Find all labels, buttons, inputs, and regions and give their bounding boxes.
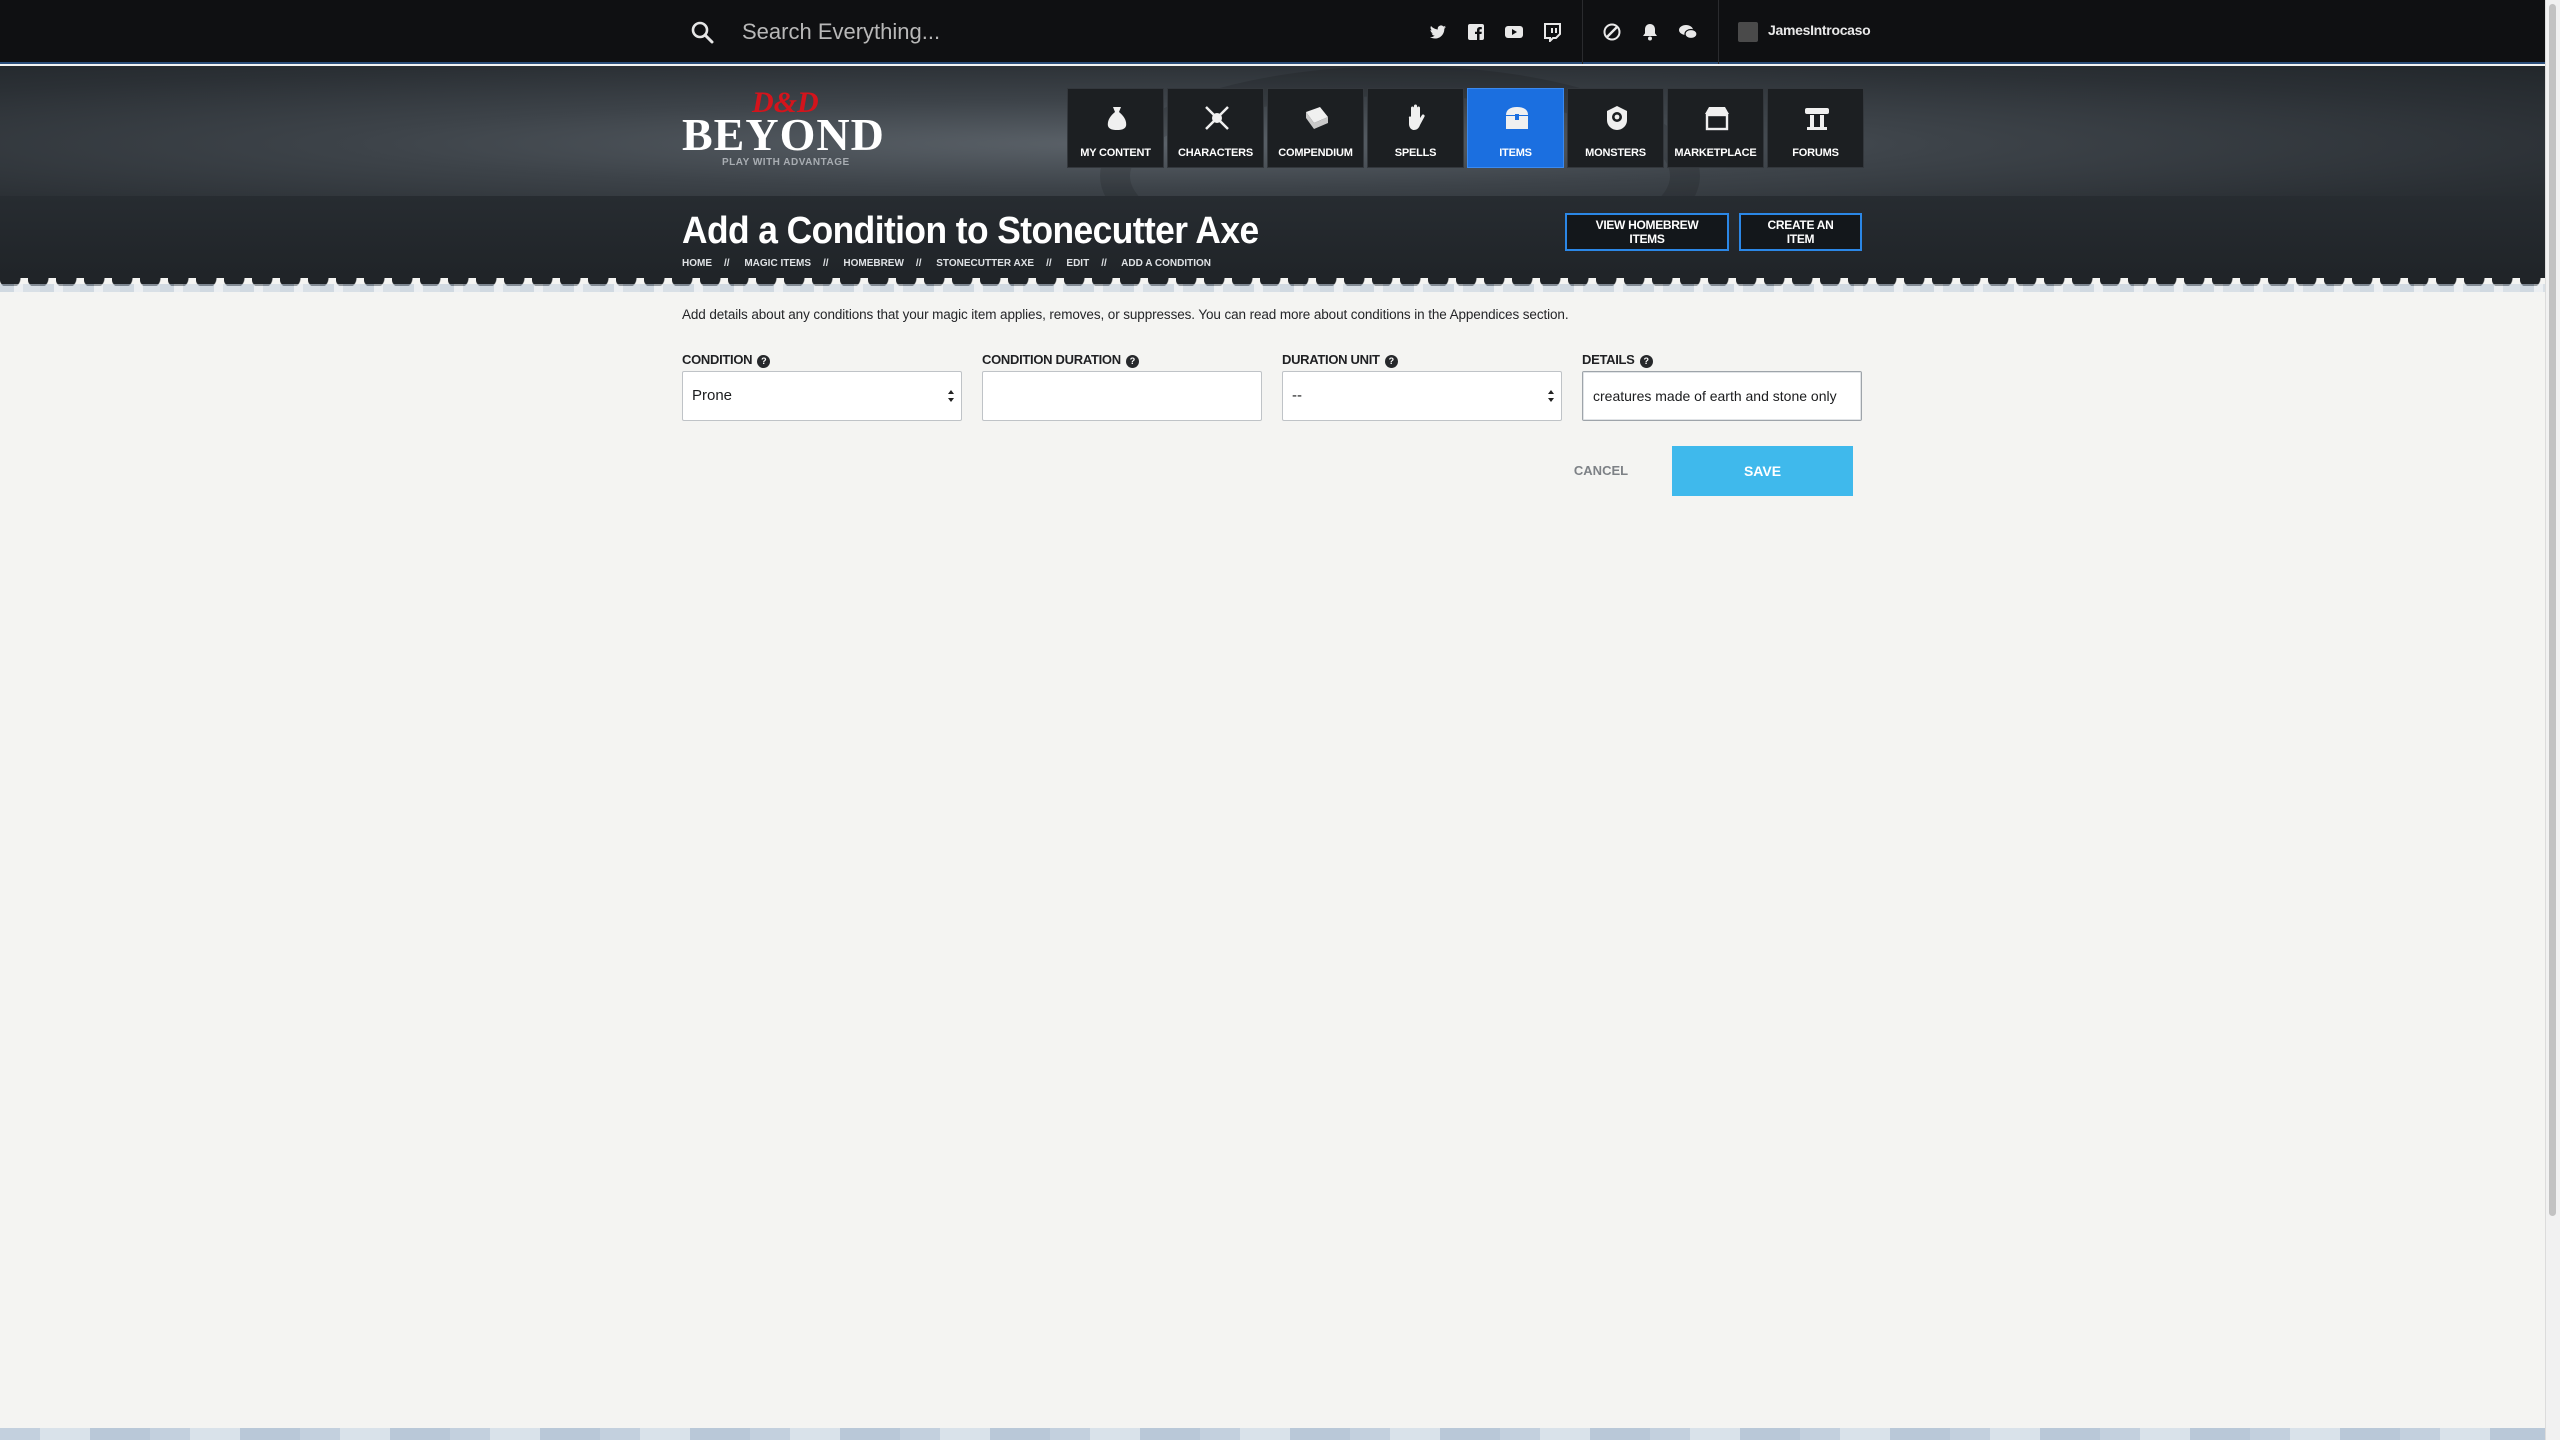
create-an-item-button[interactable]: CREATE AN ITEM <box>1739 213 1862 251</box>
condition-duration-label-text: CONDITION DURATION <box>982 352 1121 367</box>
nav-label: MY CONTENT <box>1080 147 1151 159</box>
forum-icon <box>1805 108 1829 130</box>
facebook-icon[interactable] <box>1466 22 1486 42</box>
cancel-button[interactable]: CANCEL <box>1556 450 1646 490</box>
breadcrumb-home[interactable]: HOME <box>682 258 712 269</box>
twitter-icon[interactable] <box>1428 22 1448 42</box>
book-icon <box>1306 107 1328 129</box>
chat-icon[interactable] <box>1678 22 1698 42</box>
save-button[interactable]: SAVE <box>1672 446 1853 496</box>
torn-edge-shade <box>0 284 2545 292</box>
condition-select-value: Prone <box>692 387 733 404</box>
hand-icon <box>1408 104 1425 130</box>
nav-label: FORUMS <box>1792 147 1839 159</box>
nav-forums[interactable]: FORUMS <box>1767 88 1864 168</box>
condition-label: CONDITION? <box>682 352 771 368</box>
breadcrumb-stonecutter-axe[interactable]: STONECUTTER AXE <box>936 258 1034 269</box>
condition-duration-input[interactable] <box>982 371 1262 421</box>
help-icon[interactable]: ? <box>1384 355 1398 368</box>
breadcrumb-separator: // <box>823 258 829 269</box>
crossed-swords-icon <box>1205 106 1229 130</box>
nav-label: CHARACTERS <box>1177 147 1253 159</box>
breadcrumb-separator: // <box>1046 258 1052 269</box>
youtube-icon[interactable] <box>1504 22 1524 42</box>
condition-label-text: CONDITION <box>682 352 753 367</box>
breadcrumb-magic-items[interactable]: MAGIC ITEMS <box>744 258 811 269</box>
title-band <box>0 196 2545 286</box>
top-bar: JamesIntrocaso <box>0 0 2545 64</box>
duration-unit-label-text: DURATION UNIT <box>1282 352 1380 367</box>
divider <box>1582 0 1583 64</box>
nav-spells[interactable]: SPELLS <box>1367 88 1464 168</box>
nav-label: SPELLS <box>1394 147 1437 159</box>
logo-tagline: PLAY WITH ADVANTAGE <box>722 157 850 168</box>
nav-my-content[interactable]: MY CONTENT <box>1067 88 1164 168</box>
nav-marketplace[interactable]: MARKETPLACE <box>1667 88 1764 168</box>
breadcrumb-separator: // <box>724 258 730 269</box>
nav-items[interactable]: ITEMS <box>1467 88 1564 168</box>
nav-label: COMPENDIUM <box>1278 147 1353 159</box>
bell-icon[interactable] <box>1640 22 1660 42</box>
shop-icon <box>1705 107 1729 131</box>
duration-unit-select[interactable]: -- <box>1282 371 1562 421</box>
torn-edge-footer <box>0 1428 2545 1440</box>
bag-icon <box>1107 107 1127 130</box>
nav-label: ITEMS <box>1499 147 1532 159</box>
breadcrumb-add-condition: ADD A CONDITION <box>1121 258 1211 269</box>
nav-label: MARKETPLACE <box>1674 147 1757 159</box>
condition-select[interactable]: Prone <box>682 371 962 421</box>
page-title: Add a Condition to Stonecutter Axe <box>682 210 1259 252</box>
avatar[interactable] <box>1738 22 1758 42</box>
monster-icon <box>1607 106 1627 130</box>
nav-monsters[interactable]: MONSTERS <box>1567 88 1664 168</box>
help-icon[interactable]: ? <box>1125 355 1139 368</box>
scrollbar-thumb[interactable] <box>2549 4 2556 1216</box>
select-arrows-icon <box>1548 390 1554 402</box>
duration-unit-select-value: -- <box>1292 387 1302 404</box>
logo-wordmark[interactable]: BEYOND <box>682 108 885 161</box>
divider <box>1718 0 1719 64</box>
search-input[interactable] <box>742 14 1262 50</box>
nav-compendium[interactable]: COMPENDIUM <box>1267 88 1364 168</box>
twitch-icon[interactable] <box>1542 22 1562 42</box>
condition-duration-label: CONDITION DURATION? <box>982 352 1139 368</box>
details-label-text: DETAILS <box>1582 352 1635 367</box>
breadcrumb-separator: // <box>915 258 922 269</box>
details-input[interactable] <box>1582 371 1862 421</box>
search-icon[interactable] <box>690 20 714 44</box>
help-icon[interactable]: ? <box>757 355 771 368</box>
nav-characters[interactable]: CHARACTERS <box>1167 88 1264 168</box>
duration-unit-label: DURATION UNIT? <box>1282 352 1398 368</box>
intro-text: Add details about any conditions that yo… <box>682 307 1569 322</box>
details-label: DETAILS? <box>1582 352 1653 368</box>
breadcrumb-separator: // <box>1101 258 1107 269</box>
username[interactable]: JamesIntrocaso <box>1768 22 1871 38</box>
view-homebrew-items-button[interactable]: VIEW HOMEBREW ITEMS <box>1565 213 1729 251</box>
breadcrumb-edit[interactable]: EDIT <box>1066 258 1089 269</box>
help-icon[interactable]: ? <box>1639 355 1653 368</box>
select-arrows-icon <box>948 390 954 402</box>
sync-icon[interactable] <box>1602 22 1622 42</box>
page: JamesIntrocaso D&D BEYOND PLAY WITH ADVA… <box>0 0 2560 1440</box>
breadcrumb-homebrew[interactable]: HOMEBREW <box>843 258 904 269</box>
nav-label: MONSTERS <box>1585 147 1646 159</box>
chest-icon <box>1506 107 1528 129</box>
breadcrumb: HOME // MAGIC ITEMS // HOMEBREW // STONECUT… <box>682 258 1223 269</box>
